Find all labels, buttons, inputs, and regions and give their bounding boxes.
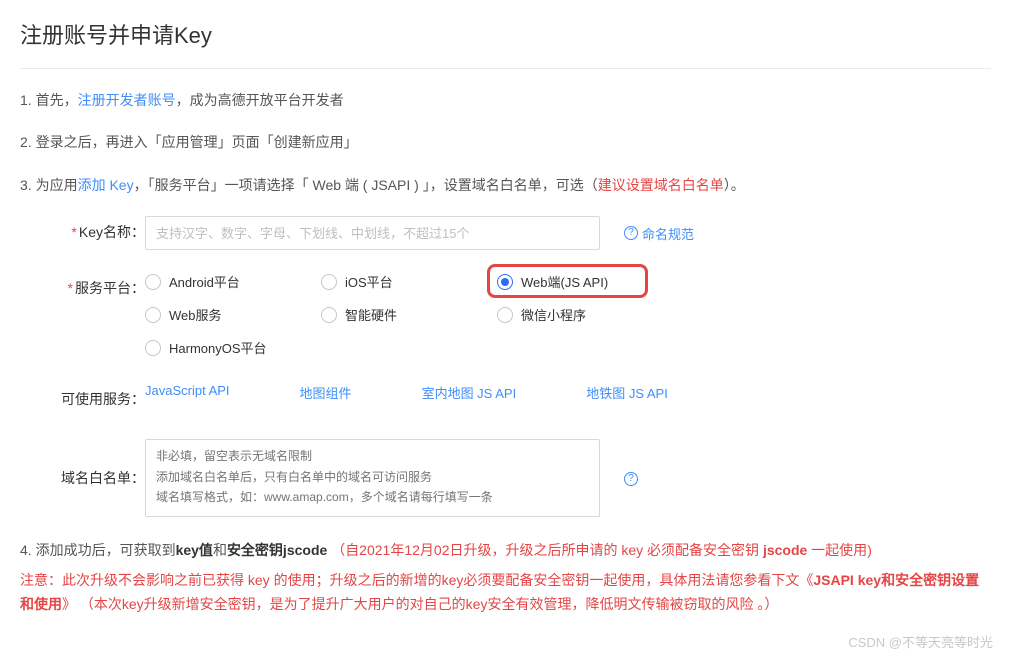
radio-wechat-mini[interactable]: 微信小程序 [497,305,673,324]
step-3-pre: 3. 为应用 [20,177,78,193]
radio-icon [497,274,513,290]
radio-icon [145,274,161,290]
step-1-post: ，成为高德开放平台开发者 [176,92,344,108]
step-1: 1. 首先，注册开发者账号，成为高德开放平台开发者 [20,89,991,111]
platform-radio-group: Android平台 iOS平台 Web端(JS API) Web服务 智能硬件 … [145,272,705,357]
step-1-pre: 1. 首先， [20,92,78,108]
label-domain: 域名白名单： [50,439,145,488]
service-links: JavaScript API 地图组件 室内地图 JS API 地铁图 JS A… [145,383,668,402]
step-2: 2. 登录之后，再进入「应用管理」页面「创建新应用」 [20,131,991,153]
radio-icon [321,307,337,323]
label-key-name: *Key名称： [50,216,145,242]
radio-icon [321,274,337,290]
radio-harmonyos[interactable]: HarmonyOS平台 [145,338,321,357]
svc-metro[interactable]: 地铁图 JS API [586,383,668,402]
row-key-name: *Key名称： ? 命名规范 [50,216,991,250]
row-services: 可使用服务： JavaScript API 地图组件 室内地图 JS API 地… [50,383,991,409]
page-title: 注册账号并申请Key [20,18,991,69]
svc-map-comp[interactable]: 地图组件 [300,383,352,402]
svc-jsapi[interactable]: JavaScript API [145,383,230,402]
question-icon: ? [624,226,638,240]
svc-indoor[interactable]: 室内地图 JS API [422,383,517,402]
radio-web-jsapi[interactable]: Web端(JS API) [497,272,673,291]
watermark: CSDN @不等天亮等时光 [848,632,993,651]
row-platform: *服务平台： Android平台 iOS平台 Web端(JS API) Web服… [50,272,991,357]
radio-icon [145,340,161,356]
post-line-2: 注意：此次升级不会影响之前已获得 key 的使用；升级之后的新增的key必须要配… [20,569,991,617]
radio-icon [497,307,513,323]
radio-ios[interactable]: iOS平台 [321,272,497,291]
key-name-input[interactable] [145,216,600,250]
step-3-warn: 建议设置域名白名单 [598,177,724,193]
label-services: 可使用服务： [50,383,145,409]
link-add-key[interactable]: 添加 Key [78,177,134,193]
step-3-mid: ，「服务平台」一项请选择「 Web 端 ( JSAPI ) 」，设置域名白名单，… [134,177,598,193]
step-3-post: ）。 [724,177,745,193]
question-icon: ? [624,472,638,486]
radio-icon [145,307,161,323]
step-3: 3. 为应用添加 Key，「服务平台」一项请选择「 Web 端 ( JSAPI … [20,174,991,196]
form-block: *Key名称： ? 命名规范 *服务平台： Android平台 iOS平台 We… [50,216,991,517]
post-text: 4. 添加成功后，可获取到key值和安全密钥jscode （自2021年12月0… [20,539,991,616]
help-naming[interactable]: ? 命名规范 [624,224,694,243]
domain-whitelist-input[interactable] [145,439,600,517]
link-register-dev[interactable]: 注册开发者账号 [78,92,176,108]
radio-web-service[interactable]: Web服务 [145,305,321,324]
row-domain: 域名白名单： ? [50,439,991,517]
radio-android[interactable]: Android平台 [145,272,321,291]
label-platform: *服务平台： [50,272,145,298]
step-list: 1. 首先，注册开发者账号，成为高德开放平台开发者 2. 登录之后，再进入「应用… [20,89,991,196]
radio-smart-hw[interactable]: 智能硬件 [321,305,497,324]
post-line-1: 4. 添加成功后，可获取到key值和安全密钥jscode （自2021年12月0… [20,539,991,563]
domain-help-icon[interactable]: ? [624,439,638,486]
